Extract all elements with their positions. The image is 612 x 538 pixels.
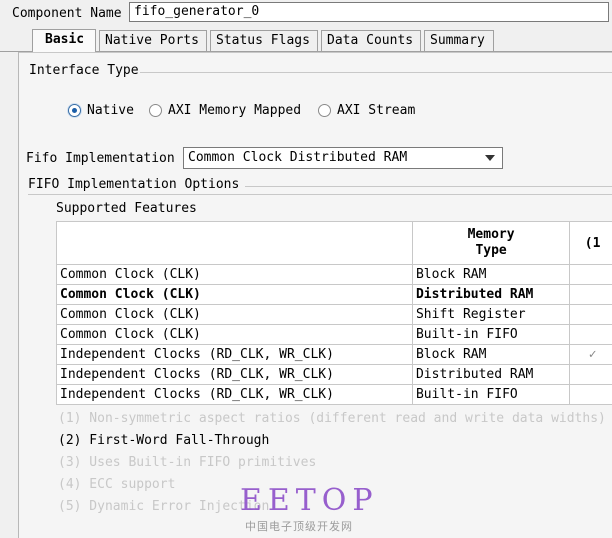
check-icon: ✓	[569, 344, 612, 365]
table-cell-clock: Independent Clocks (RD_CLK, WR_CLK)	[56, 384, 413, 405]
component-name-label: Component Name	[12, 6, 122, 21]
table-cell-check	[569, 284, 612, 305]
tab-label: Data Counts	[327, 33, 414, 48]
fifo-options-title: FIFO Implementation Options	[28, 177, 240, 192]
table-cell-check	[569, 324, 612, 345]
note-5: (5) Dynamic Error Injection	[58, 499, 270, 514]
table-header-memory-type: Memory Type	[411, 221, 571, 265]
table-row[interactable]: Common Clock (CLK) Shift Register	[56, 304, 612, 325]
table-cell-clock: Common Clock (CLK)	[56, 304, 413, 325]
tab-summary[interactable]: Summary	[424, 30, 494, 51]
supported-features-table: Memory Type (1 Common Clock (CLK) Block …	[56, 221, 612, 405]
table-cell-memory: Distributed RAM	[411, 364, 571, 385]
table-cell-check	[569, 384, 612, 405]
table-cell-check	[569, 264, 612, 285]
radio-native-label[interactable]: Native	[87, 103, 134, 118]
table-cell-memory: Block RAM	[411, 344, 571, 365]
watermark-logo: EETOP	[240, 483, 379, 518]
table-cell-memory: Block RAM	[411, 264, 571, 285]
table-row[interactable]: Independent Clocks (RD_CLK, WR_CLK) Dist…	[56, 364, 612, 385]
watermark-subtitle: 中国电子顶级开发网	[245, 520, 353, 533]
table-cell-memory: Built-in FIFO	[411, 324, 571, 345]
fifo-options-divider	[245, 186, 612, 187]
table-row[interactable]: Independent Clocks (RD_CLK, WR_CLK) Bloc…	[56, 344, 612, 365]
note-3: (3) Uses Built-in FIFO primitives	[58, 455, 317, 470]
table-row[interactable]: Common Clock (CLK) Block RAM	[56, 264, 612, 285]
tab-native-ports[interactable]: Native Ports	[99, 30, 207, 51]
dropdown-arrow-icon[interactable]	[485, 155, 495, 161]
radio-axi-memory-mapped[interactable]	[149, 104, 162, 117]
radio-native[interactable]	[68, 104, 81, 117]
table-row[interactable]: Common Clock (CLK) Built-in FIFO	[56, 324, 612, 345]
table-cell-clock: Independent Clocks (RD_CLK, WR_CLK)	[56, 344, 413, 365]
fifo-implementation-value: Common Clock Distributed RAM	[188, 150, 408, 165]
tab-basic[interactable]: Basic	[32, 29, 96, 52]
fifo-options-underline	[28, 194, 612, 195]
radio-axi-stream-label[interactable]: AXI Stream	[337, 103, 415, 118]
radio-axi-memory-mapped-label[interactable]: AXI Memory Mapped	[168, 103, 301, 118]
table-cell-clock: Common Clock (CLK)	[56, 324, 413, 345]
tab-label: Status Flags	[216, 33, 310, 48]
table-cell-clock: Independent Clocks (RD_CLK, WR_CLK)	[56, 364, 413, 385]
table-cell-check	[569, 364, 612, 385]
tab-status-flags[interactable]: Status Flags	[210, 30, 318, 51]
note-2: (2) First-Word Fall-Through	[58, 433, 270, 448]
table-cell-memory: Distributed RAM	[411, 284, 571, 305]
table-header-clock	[56, 221, 413, 265]
note-4: (4) ECC support	[58, 477, 176, 492]
panel-top-divider	[19, 52, 612, 53]
tab-label: Basic	[45, 32, 85, 47]
fifo-implementation-select[interactable]: Common Clock Distributed RAM	[183, 147, 503, 169]
interface-divider	[140, 72, 612, 73]
tab-label: Summary	[430, 33, 485, 48]
table-row[interactable]: Common Clock (CLK) Distributed RAM	[56, 284, 612, 305]
table-row[interactable]: Independent Clocks (RD_CLK, WR_CLK) Buil…	[56, 384, 612, 405]
supported-features-title: Supported Features	[56, 201, 197, 216]
interface-type-title: Interface Type	[29, 63, 139, 78]
tab-label: Native Ports	[105, 33, 199, 48]
table-header-row: Memory Type (1	[56, 221, 612, 265]
fifo-implementation-label: Fifo Implementation	[26, 151, 175, 166]
table-cell-clock: Common Clock (CLK)	[56, 264, 413, 285]
tab-data-counts[interactable]: Data Counts	[321, 30, 421, 51]
table-cell-memory: Shift Register	[411, 304, 571, 325]
radio-axi-stream[interactable]	[318, 104, 331, 117]
component-name-input[interactable]: fifo_generator_0	[129, 2, 609, 22]
table-cell-clock: Common Clock (CLK)	[56, 284, 413, 305]
table-header-feature-1: (1	[569, 221, 612, 265]
note-1: (1) Non-symmetric aspect ratios (differe…	[58, 411, 606, 426]
table-cell-check	[569, 304, 612, 325]
table-cell-memory: Built-in FIFO	[411, 384, 571, 405]
